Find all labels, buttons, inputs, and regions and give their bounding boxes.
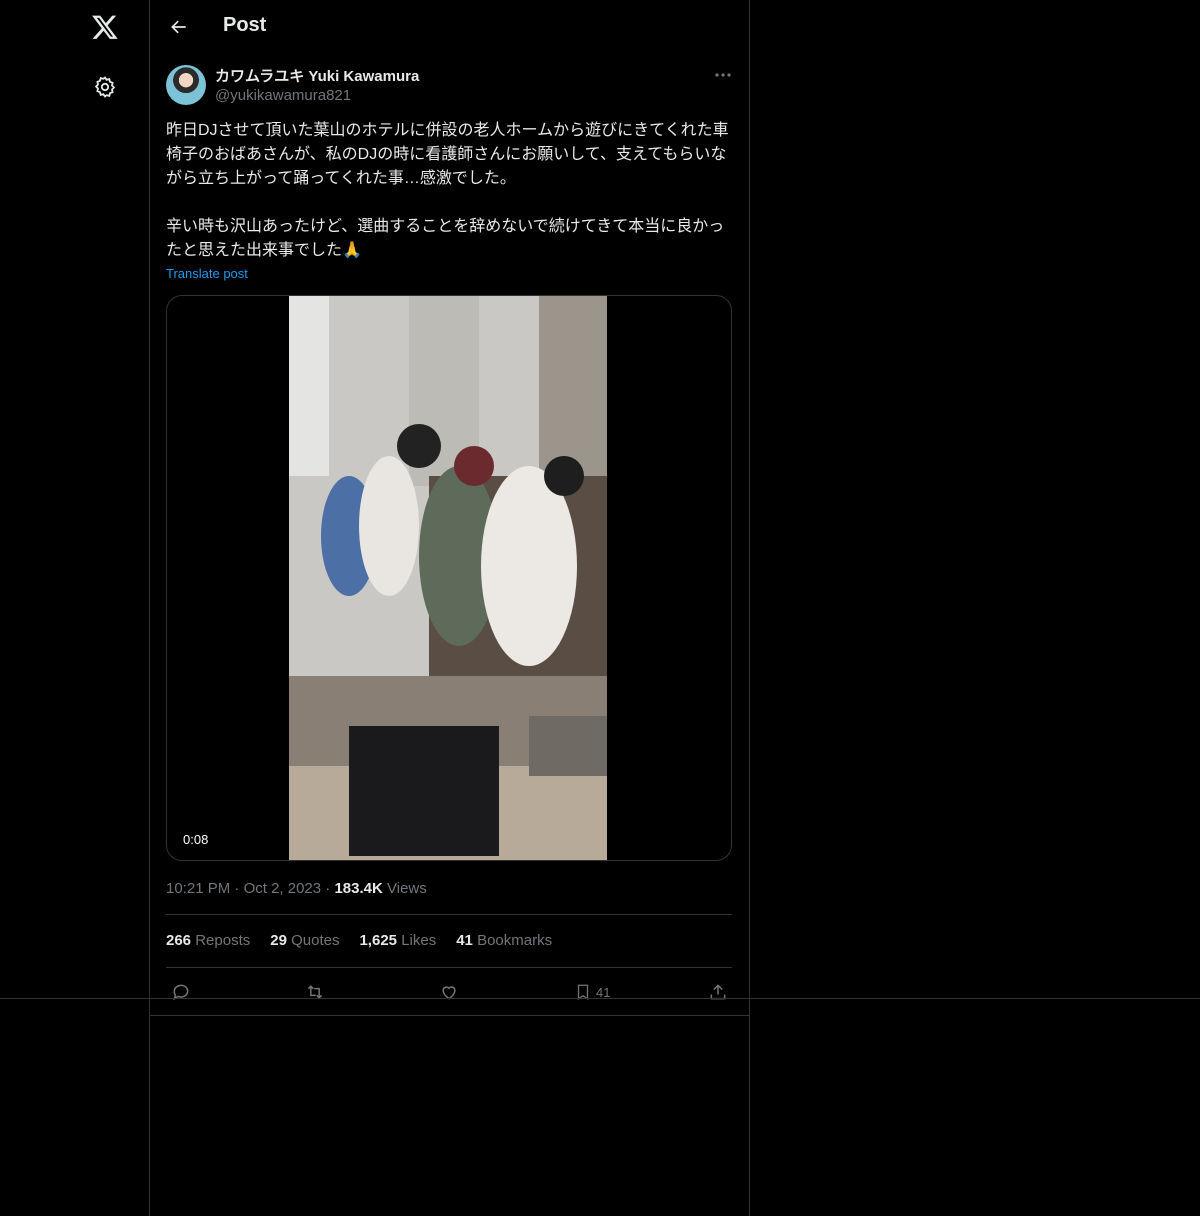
likes-label: Likes bbox=[401, 932, 437, 949]
divider bbox=[166, 914, 732, 915]
views-count: 183.4K bbox=[334, 880, 383, 897]
bookmarks-count: 41 bbox=[456, 932, 473, 949]
avatar[interactable] bbox=[166, 65, 206, 105]
engagement-stats: 266 Reposts 29 Quotes 1,625 Likes 41 Boo… bbox=[166, 932, 552, 949]
action-bar: 41 bbox=[166, 980, 732, 1004]
post-text: 昨日DJさせて頂いた葉山のホテルに併設の老人ホームから遊びにきてくれた車椅子のお… bbox=[166, 122, 729, 259]
author-display-name[interactable]: カワムラユキ Yuki Kawamura bbox=[215, 65, 419, 86]
video-duration: 0:08 bbox=[183, 832, 209, 847]
divider bbox=[166, 967, 732, 968]
header: Post bbox=[150, 0, 749, 54]
like-icon[interactable] bbox=[439, 980, 459, 1004]
video-thumbnail[interactable] bbox=[289, 296, 607, 860]
repost-icon[interactable] bbox=[304, 980, 326, 1004]
video-player[interactable]: 0:08 bbox=[166, 295, 732, 861]
reposts-count: 266 bbox=[166, 932, 192, 949]
more-icon[interactable] bbox=[710, 62, 736, 88]
author-handle[interactable]: @yukikawamura821 bbox=[215, 87, 351, 104]
divider bbox=[0, 998, 1200, 999]
reply-icon[interactable] bbox=[171, 980, 191, 1004]
likes-count: 1,625 bbox=[359, 932, 398, 949]
x-logo-icon[interactable] bbox=[88, 10, 122, 44]
quotes-stat[interactable]: 29 Quotes bbox=[270, 932, 339, 949]
reposts-stat[interactable]: 266 Reposts bbox=[166, 932, 250, 949]
reposts-label: Reposts bbox=[195, 932, 251, 949]
post-date[interactable]: Oct 2, 2023 bbox=[244, 880, 322, 897]
post-column: Post カワムラユキ Yuki Kawamura @yukikawamura8… bbox=[149, 0, 750, 1216]
page-title: Post bbox=[223, 14, 267, 36]
back-arrow-icon[interactable] bbox=[164, 12, 194, 42]
bookmark-icon[interactable]: 41 bbox=[574, 980, 610, 1004]
sidebar bbox=[0, 0, 149, 1216]
share-icon[interactable] bbox=[708, 980, 728, 1004]
quotes-count: 29 bbox=[270, 932, 287, 949]
bookmarks-stat[interactable]: 41 Bookmarks bbox=[456, 932, 552, 949]
bookmarks-label: Bookmarks bbox=[477, 932, 553, 949]
meta-dot: · bbox=[234, 880, 244, 897]
likes-stat[interactable]: 1,625 Likes bbox=[359, 932, 436, 949]
views-label: Views bbox=[387, 880, 427, 897]
translate-post-link[interactable]: Translate post bbox=[166, 266, 248, 281]
divider bbox=[149, 1015, 749, 1016]
quotes-label: Quotes bbox=[291, 932, 340, 949]
gear-icon[interactable] bbox=[90, 72, 120, 102]
post-time[interactable]: 10:21 PM bbox=[166, 880, 230, 897]
post-meta: 10:21 PM · Oct 2, 2023 · 183.4K Views bbox=[166, 880, 427, 897]
